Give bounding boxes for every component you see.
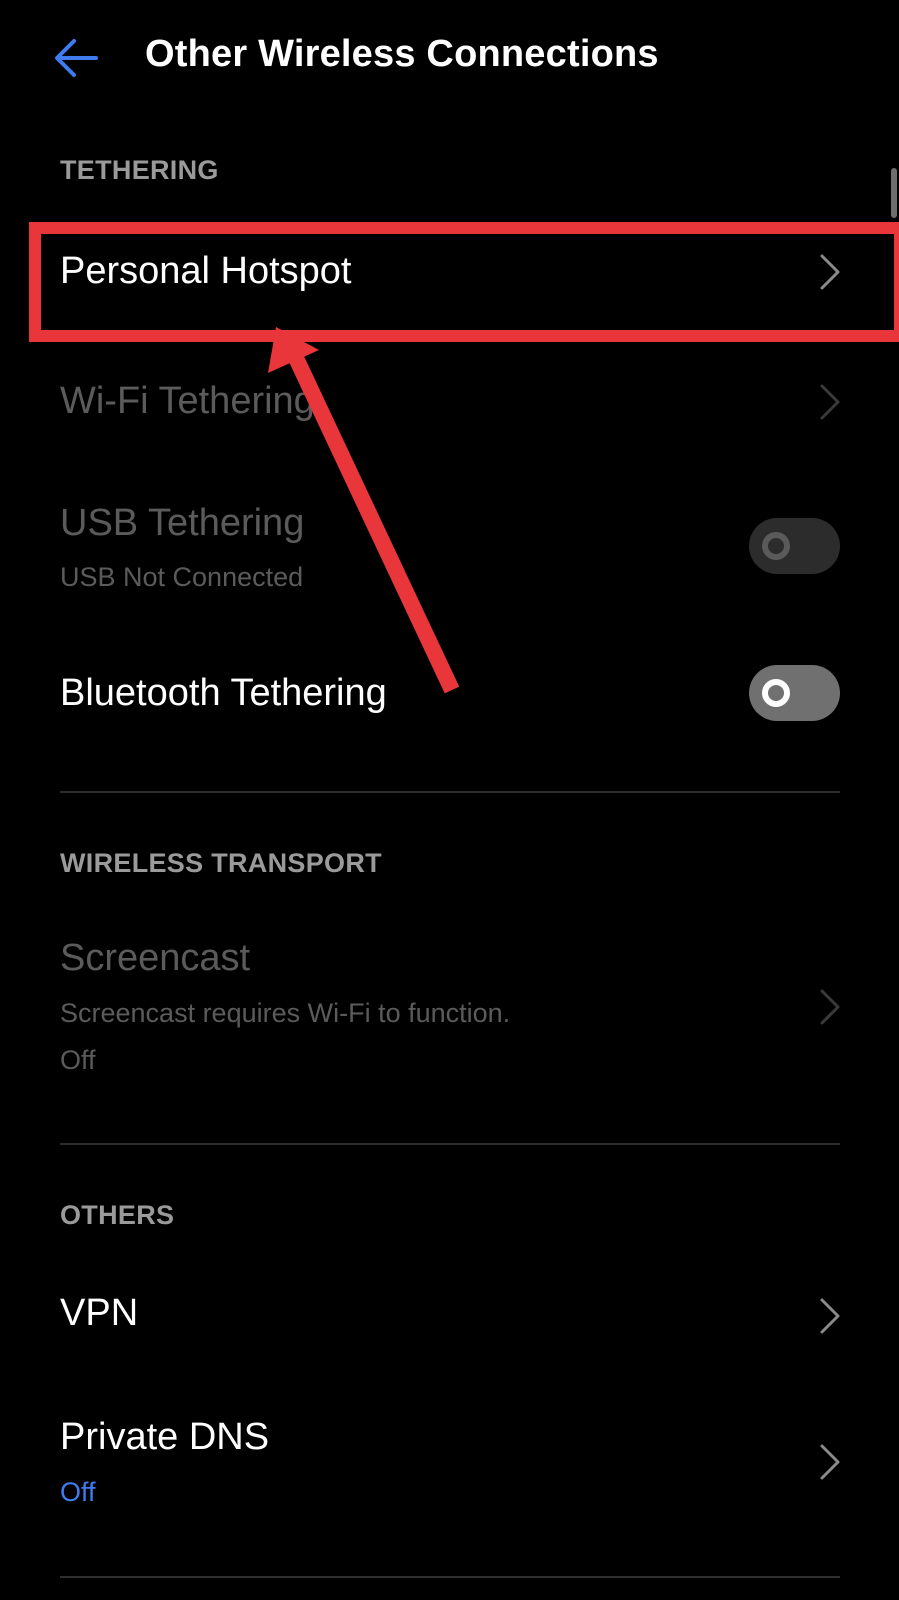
divider xyxy=(60,791,840,793)
private-dns-item[interactable]: Private DNS Off xyxy=(0,1400,899,1530)
section-header-others: OTHERS xyxy=(60,1200,175,1230)
screencast-status: Off xyxy=(60,1045,96,1075)
chevron-right-icon xyxy=(818,987,842,1027)
chevron-right-icon xyxy=(818,1296,842,1336)
divider xyxy=(60,1576,840,1578)
section-header-wireless-transport: WIRELESS TRANSPORT xyxy=(60,848,382,878)
toggle-knob xyxy=(762,532,790,560)
section-header-tethering: TETHERING xyxy=(60,155,219,185)
vpn-label: VPN xyxy=(60,1292,139,1334)
toggle-knob xyxy=(762,679,790,707)
screencast-item[interactable]: Screencast Screencast requires Wi-Fi to … xyxy=(0,925,899,1085)
personal-hotspot-label: Personal Hotspot xyxy=(60,250,352,292)
usb-tethering-subtitle: USB Not Connected xyxy=(60,562,304,592)
arrow-left-icon xyxy=(55,39,98,77)
usb-tethering-label: USB Tethering xyxy=(60,502,305,544)
vpn-item[interactable]: VPN xyxy=(0,1270,899,1370)
bluetooth-tethering-toggle[interactable] xyxy=(749,665,840,721)
private-dns-label: Private DNS xyxy=(60,1416,270,1458)
personal-hotspot-item[interactable]: Personal Hotspot xyxy=(0,230,899,340)
usb-tethering-toggle[interactable] xyxy=(749,518,840,574)
private-dns-status: Off xyxy=(60,1477,96,1507)
screencast-subtitle: Screencast requires Wi-Fi to function. xyxy=(60,998,511,1028)
chevron-right-icon xyxy=(818,382,842,422)
divider xyxy=(60,1143,840,1145)
bluetooth-tethering-label: Bluetooth Tethering xyxy=(60,672,387,714)
scrollbar[interactable] xyxy=(891,168,897,218)
usb-tethering-item[interactable]: USB Tethering USB Not Connected xyxy=(0,490,899,610)
back-button[interactable] xyxy=(46,30,106,86)
chevron-right-icon xyxy=(818,252,842,292)
page-title: Other Wireless Connections xyxy=(145,33,659,75)
wifi-tethering-label: Wi-Fi Tethering xyxy=(60,380,315,422)
wifi-tethering-item[interactable]: Wi-Fi Tethering xyxy=(0,360,899,460)
bluetooth-tethering-item[interactable]: Bluetooth Tethering xyxy=(0,650,899,740)
screencast-label: Screencast xyxy=(60,937,251,979)
chevron-right-icon xyxy=(818,1442,842,1482)
